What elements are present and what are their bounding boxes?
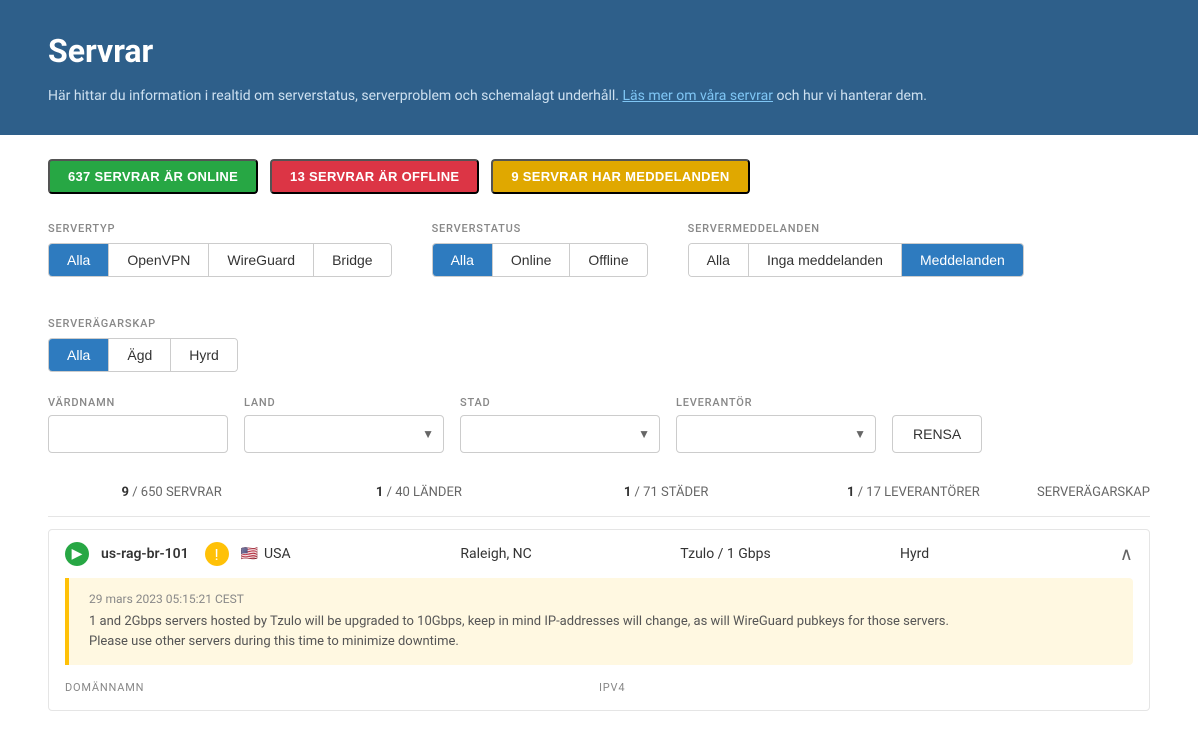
server-status-filter: SERVERSTATUS Alla Online Offline [432,222,648,277]
server-name: us-rag-br-101 [101,546,189,562]
country-label: LAND [244,396,444,409]
domain-label: DOMÄNNAMN [65,681,599,694]
ownership-owned[interactable]: Ägd [109,339,171,371]
server-header[interactable]: ▶ us-rag-br-101 ! 🇺🇸 USA Raleigh, NC Tzu… [49,530,1149,578]
country-select[interactable] [244,415,444,453]
server-country: 🇺🇸 USA [241,546,449,562]
hostname-input[interactable] [48,415,228,453]
providers-stat: 1 / 17 LEVERANTÖRER [790,481,1037,504]
clear-button[interactable]: RENSA [892,415,982,453]
city-select[interactable] [460,415,660,453]
server-status-group: Alla Online Offline [432,243,648,277]
server-ownership-label: SERVERÄGARSKAP [48,317,1150,330]
offline-badge[interactable]: 13 SERVRAR ÄR OFFLINE [270,159,479,194]
page-title: Servrar [48,32,1150,70]
countries-stat: 1 / 40 LÄNDER [295,481,542,504]
server-status-label: SERVERSTATUS [432,222,648,235]
server-alert: 29 mars 2023 05:15:21 CEST 1 and 2Gbps s… [65,578,1133,665]
status-badges-row: 637 SERVRAR ÄR ONLINE 13 SERVRAR ÄR OFFL… [48,159,1150,194]
hostname-label: VÄRDNAMN [48,396,228,409]
server-type-wireguard[interactable]: WireGuard [209,244,314,276]
ownership-rented[interactable]: Hyrd [171,339,237,371]
provider-field: LEVERANTÖR ▼ [676,396,876,453]
server-message-icon: ! [205,542,229,566]
server-messages-group: Alla Inga meddelanden Meddelanden [688,243,1024,277]
cities-stat: 1 / 71 STÄDER [543,481,790,504]
city-label: STAD [460,396,660,409]
server-online-icon: ▶ [65,542,89,566]
search-row: VÄRDNAMN LAND ▼ STAD ▼ LEVERANTÖR [48,396,1150,453]
server-provider: Tzulo / 1 Gbps [680,546,888,562]
ownership-stat: SERVERÄGARSKAP [1037,481,1150,504]
main-content: 637 SERVRAR ÄR ONLINE 13 SERVRAR ÄR OFFL… [0,135,1198,743]
server-type-all[interactable]: Alla [49,244,109,276]
server-ownership: Hyrd [900,546,1108,562]
server-status-offline[interactable]: Offline [570,244,646,276]
server-ownership-group: Alla Ägd Hyrd [48,338,238,372]
server-messages-active[interactable]: Meddelanden [902,244,1023,276]
server-row: ▶ us-rag-br-101 ! 🇺🇸 USA Raleigh, NC Tzu… [48,529,1150,711]
header-description: Här hittar du information i realtid om s… [48,86,1150,107]
hostname-field: VÄRDNAMN [48,396,228,453]
alert-text: 1 and 2Gbps servers hosted by Tzulo will… [89,612,1113,651]
server-type-group: Alla OpenVPN WireGuard Bridge [48,243,392,277]
server-type-openvpn[interactable]: OpenVPN [109,244,209,276]
server-status-all[interactable]: Alla [433,244,493,276]
server-type-label: SERVERTYP [48,222,392,235]
server-messages-none[interactable]: Inga meddelanden [749,244,902,276]
ipv4-label: IPV4 [599,681,1133,694]
city-field: STAD ▼ [460,396,660,453]
stats-row: 9 / 650 SERVRAR 1 / 40 LÄNDER 1 / 71 STÄ… [48,481,1150,517]
server-messages-label: SERVERMEDDELANDEN [688,222,1024,235]
country-name: USA [264,546,291,562]
server-messages-filter: SERVERMEDDELANDEN Alla Inga meddelanden … [688,222,1024,277]
server-city: Raleigh, NC [460,546,668,562]
server-ownership-filter: SERVERÄGARSKAP Alla Ägd Hyrd [48,317,1150,372]
domain-col: DOMÄNNAMN [65,681,599,698]
messages-badge[interactable]: 9 SERVRAR HAR MEDDELANDEN [491,159,749,194]
ipv4-col: IPV4 [599,681,1133,698]
server-status-online[interactable]: Online [493,244,570,276]
online-badge[interactable]: 637 SERVRAR ÄR ONLINE [48,159,258,194]
alert-date: 29 mars 2023 05:15:21 CEST [89,592,1113,606]
provider-select[interactable] [676,415,876,453]
server-type-filter: SERVERTYP Alla OpenVPN WireGuard Bridge [48,222,392,277]
read-more-link[interactable]: Läs mer om våra servrar [622,88,773,104]
country-field: LAND ▼ [244,396,444,453]
servers-stat: 9 / 650 SERVRAR [48,481,295,504]
provider-label: LEVERANTÖR [676,396,876,409]
server-expand-icon[interactable]: ∧ [1120,544,1133,565]
server-messages-all[interactable]: Alla [689,244,749,276]
server-details: DOMÄNNAMN IPV4 [49,681,1149,710]
filters-row-1: SERVERTYP Alla OpenVPN WireGuard Bridge … [48,222,1150,297]
ownership-all[interactable]: Alla [49,339,109,371]
page-header: Servrar Här hittar du information i real… [0,0,1198,135]
server-type-bridge[interactable]: Bridge [314,244,390,276]
country-flag: 🇺🇸 [241,546,258,562]
